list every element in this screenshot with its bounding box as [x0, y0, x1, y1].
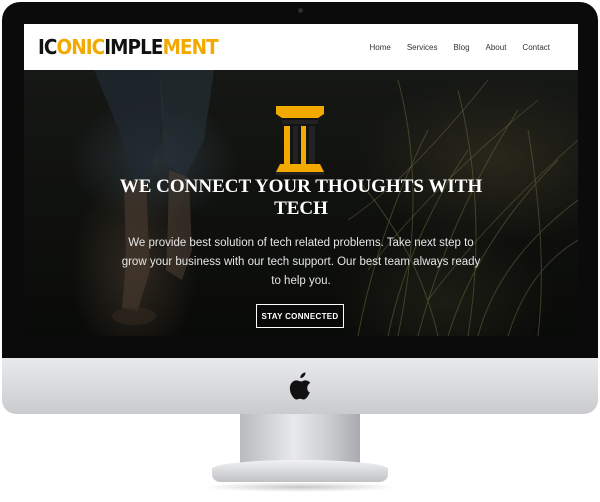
main-nav: Home Services Blog About Contact — [369, 24, 550, 70]
hero-title-line2: TECH — [274, 198, 328, 219]
monitor-frame: ICONICIMPLEMENT Home Services Blog About… — [2, 2, 598, 358]
nav-about[interactable]: About — [486, 43, 507, 52]
logo-text-part1: IC — [38, 35, 57, 59]
nav-home[interactable]: Home — [369, 43, 390, 52]
hero-description: We provide best solution of tech related… — [121, 237, 481, 287]
hero-title-line1: WE CONNECT YOUR THOUGHTS WITH — [119, 176, 483, 197]
stay-connected-button[interactable]: STAY CONNECTED — [256, 304, 344, 328]
website-screen: ICONICIMPLEMENT Home Services Blog About… — [24, 24, 578, 336]
pillar-logo-icon — [276, 106, 324, 175]
logo-text-part4: MENT — [162, 35, 219, 59]
hero-section: WE CONNECT YOUR THOUGHTS WITH TECH We pr… — [24, 70, 578, 336]
nav-contact[interactable]: Contact — [522, 43, 550, 52]
monitor-stand-shadow — [200, 482, 400, 492]
monitor-stand-neck — [240, 414, 360, 464]
logo-text-part2: ONIC — [56, 35, 106, 59]
monitor-stand-base — [212, 460, 388, 482]
camera-icon — [298, 8, 303, 13]
apple-icon — [289, 372, 311, 400]
logo-text-part3: IMPLE — [104, 35, 163, 59]
site-logo[interactable]: ICONICIMPLEMENT — [38, 34, 219, 60]
hero-title: WE CONNECT YOUR THOUGHTS WITH TECH — [24, 176, 578, 220]
site-header: ICONICIMPLEMENT Home Services Blog About… — [24, 24, 578, 70]
nav-blog[interactable]: Blog — [454, 43, 470, 52]
nav-services[interactable]: Services — [407, 43, 438, 52]
